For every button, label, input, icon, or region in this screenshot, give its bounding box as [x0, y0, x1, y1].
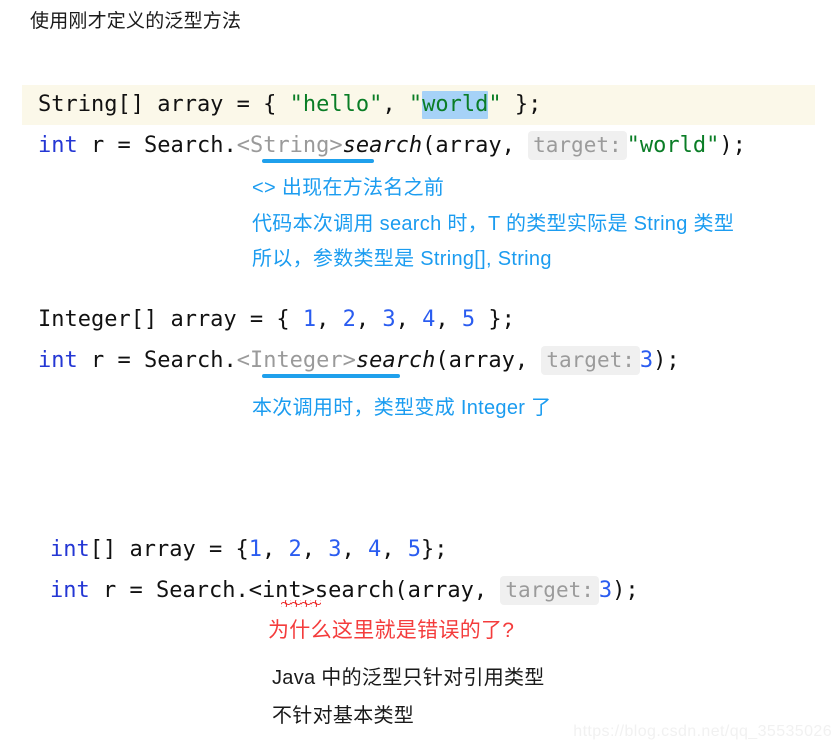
code-token-comma: ,: [316, 307, 343, 332]
number-literal: 3: [328, 537, 342, 562]
string-quote-close: ": [488, 92, 502, 117]
annotation-generic-position: <> 出现在方法名之前: [252, 177, 445, 199]
annotation-conclusion-line-2: 不针对基本类型: [272, 705, 415, 727]
number-literal: 2: [288, 537, 302, 562]
annotation-param-types: 所以，参数类型是 String[], String: [252, 248, 552, 270]
selected-text-world[interactable]: world: [422, 91, 489, 119]
code-line: int r = Search.<String>search(array, tar…: [38, 125, 746, 165]
code-token-comma: ,: [261, 537, 289, 562]
number-literal: 5: [407, 537, 421, 562]
annotation-conclusion-line-1: Java 中的泛型只针对引用类型: [272, 667, 545, 689]
watermark: https://blog.csdn.net/qq_35535026: [573, 723, 832, 740]
code-token-declaration: String[] array = {: [38, 92, 290, 117]
blue-underline-marker: [262, 159, 374, 163]
code-token-close-brace: };: [501, 92, 542, 117]
code-token-comma: ,: [382, 92, 409, 117]
parameter-hint-target: target:: [500, 576, 599, 605]
keyword-int: int: [50, 578, 90, 603]
code-token-comma: ,: [341, 537, 368, 562]
string-quote-open: ": [408, 92, 423, 117]
code-block-string-example: String[] array = { "hello", "world" }; i…: [22, 85, 815, 165]
argument-value: 3: [639, 348, 654, 373]
code-token-comma: ,: [381, 537, 408, 562]
argument-value: "world": [626, 133, 720, 158]
code-token-comma: ,: [435, 307, 462, 332]
code-token-comma: ,: [301, 537, 329, 562]
code-block-integer-example: Integer[] array = { 1, 2, 3, 4, 5 }; int…: [38, 300, 680, 380]
number-literal: 1: [248, 537, 262, 562]
code-token-declaration: [] array = {: [89, 537, 249, 562]
annotation-type-is-integer: 本次调用时，类型变成 Integer 了: [252, 397, 552, 419]
annotation-why-error: 为什么这里就是错误的了?: [268, 619, 515, 642]
number-literal: 5: [461, 307, 476, 332]
code-block-int-primitive-example: int[] array = {1, 2, 3, 4, 5}; int r = S…: [50, 530, 639, 610]
parameter-hint-target: target:: [541, 346, 640, 375]
code-token-args-close: );: [719, 133, 746, 158]
code-token-args-open: (array,: [422, 133, 529, 158]
number-literal: 4: [422, 307, 436, 332]
method-name-search: search: [355, 348, 436, 373]
code-token-close-brace: };: [475, 307, 515, 332]
annotation-type-is-string: 代码本次调用 search 时，T 的类型实际是 String 类型: [252, 213, 735, 235]
explicit-type-argument: <Integer>: [236, 348, 356, 373]
code-token-args-close: );: [612, 578, 639, 603]
code-token-assign-search: r = Search.<: [89, 578, 262, 603]
code-line: int r = Search.<Integer>search(array, ta…: [38, 340, 680, 380]
number-literal: 2: [342, 307, 356, 332]
error-squiggle-underline: [281, 600, 321, 607]
code-token-close-brace: };: [420, 537, 448, 562]
code-token-comma: ,: [355, 307, 383, 332]
code-token-assign-search: r = Search.: [77, 348, 237, 373]
code-token-comma: ,: [395, 307, 423, 332]
code-line: Integer[] array = { 1, 2, 3, 4, 5 };: [38, 300, 680, 340]
argument-value: 3: [598, 578, 613, 603]
code-line: int[] array = {1, 2, 3, 4, 5};: [50, 530, 639, 570]
number-literal: 1: [302, 307, 317, 332]
code-token-args-close: );: [653, 348, 680, 373]
code-token-declaration: Integer[] array = {: [38, 307, 303, 332]
string-literal-hello: "hello": [289, 92, 383, 117]
code-line: int r = Search.<int>search(array, target…: [50, 570, 639, 610]
number-literal: 4: [367, 537, 382, 562]
number-literal: 3: [382, 307, 396, 332]
code-token-assign-search: r = Search.: [77, 133, 237, 158]
method-name-search: search: [342, 133, 423, 158]
keyword-int: int: [50, 537, 90, 562]
code-token-args-open: (array,: [435, 348, 542, 373]
code-line: String[] array = { "hello", "world" };: [38, 85, 746, 125]
parameter-hint-target: target:: [528, 131, 627, 160]
page-title: 使用刚才定义的泛型方法: [30, 11, 242, 32]
explicit-type-argument: <String>: [236, 133, 343, 158]
blue-underline-marker: [262, 374, 400, 378]
keyword-int: int: [38, 348, 78, 373]
code-token-args-open: >search(array,: [301, 578, 501, 603]
keyword-int: int: [38, 133, 78, 158]
